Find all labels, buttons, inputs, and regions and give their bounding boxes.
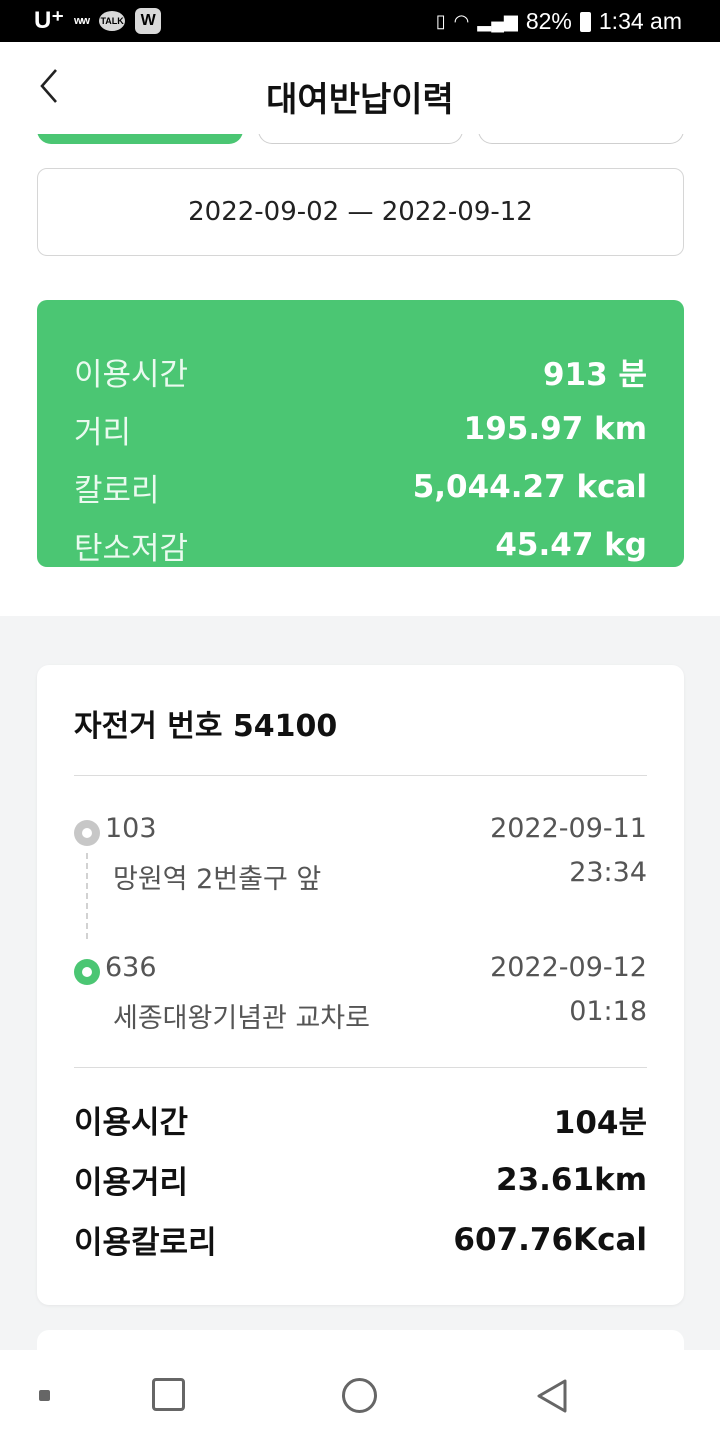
- period-tab-2[interactable]: [258, 134, 463, 144]
- nav-back-button[interactable]: [533, 1376, 573, 1416]
- usage-row-calories: 이용칼로리 607.76Kcal: [74, 1217, 647, 1262]
- end-time: 01:18: [569, 996, 647, 1027]
- filter-area: 2022-09-02 — 2022-09-12 이용시간 913 분 거리 19…: [0, 134, 720, 616]
- period-tab-1[interactable]: [37, 134, 243, 144]
- end-date: 2022-09-12: [490, 952, 647, 983]
- w-app-icon: W: [135, 7, 162, 34]
- period-tab-3[interactable]: [478, 134, 684, 144]
- home-button[interactable]: [342, 1378, 377, 1413]
- summary-value: 195.97 km: [463, 411, 647, 447]
- bike-number-title: 자전거 번호 54100: [74, 709, 338, 744]
- end-station-name: 세종대왕기념관 교차로: [113, 1003, 370, 1034]
- status-bar: U⁺ ᴡᴡ TALK W ▯ ◠ ▂▄▆ 82% 1:34 am: [0, 0, 720, 42]
- usage-value: 104분: [553, 1105, 647, 1141]
- start-date: 2022-09-11: [490, 813, 647, 844]
- date-range-selector[interactable]: 2022-09-02 — 2022-09-12: [37, 168, 684, 256]
- summary-label: 거리: [74, 414, 132, 451]
- usage-value: 23.61km: [496, 1161, 647, 1198]
- system-nav-bar: [0, 1350, 720, 1440]
- start-time: 23:34: [569, 857, 647, 888]
- summary-label: 칼로리: [74, 472, 160, 509]
- usage-label: 이용거리: [74, 1165, 189, 1201]
- summary-row-carbon: 탄소저감 45.47 kg: [74, 520, 647, 567]
- route-line: [86, 853, 88, 939]
- start-station-number: 103: [105, 813, 157, 844]
- carrier-label: U⁺: [34, 7, 64, 34]
- start-station-dot-icon: [74, 820, 100, 846]
- wifi-icon: ◠: [453, 11, 470, 31]
- summary-value: 913 분: [542, 356, 647, 393]
- usage-label: 이용시간: [74, 1105, 189, 1141]
- summary-row-time: 이용시간 913 분: [74, 346, 647, 396]
- network-mini-icon: ᴡᴡ: [74, 14, 90, 27]
- vibrate-icon: ▯: [435, 11, 446, 31]
- usage-row-distance: 이용거리 23.61km: [74, 1157, 647, 1202]
- recent-apps-button[interactable]: [152, 1378, 185, 1411]
- rental-history-card[interactable]: 자전거 번호 54100 103 망원역 2번출구 앞 2022-09-11 2…: [37, 665, 684, 1305]
- page-title: 대여반납이력: [266, 80, 454, 120]
- summary-value: 5,044.27 kcal: [412, 469, 647, 505]
- end-station-number: 636: [105, 952, 157, 983]
- date-range-text: 2022-09-02 — 2022-09-12: [188, 197, 533, 227]
- app-header: 대여반납이력: [0, 42, 720, 134]
- summary-label: 이용시간: [74, 356, 189, 393]
- start-station-name: 망원역 2번출구 앞: [113, 864, 322, 895]
- battery-icon: [579, 11, 591, 32]
- summary-row-calories: 칼로리 5,044.27 kcal: [74, 462, 647, 512]
- battery-percent: 82%: [525, 8, 572, 34]
- usage-row-time: 이용시간 104분: [74, 1097, 647, 1142]
- summary-value: 45.47 kg: [495, 527, 647, 563]
- usage-label: 이용칼로리: [74, 1225, 217, 1261]
- summary-card: 이용시간 913 분 거리 195.97 km 칼로리 5,044.27 kca…: [37, 300, 684, 567]
- usage-value: 607.76Kcal: [453, 1221, 647, 1258]
- summary-label: 탄소저감: [74, 530, 189, 567]
- summary-row-distance: 거리 195.97 km: [74, 404, 647, 454]
- nav-indicator-icon: [39, 1390, 50, 1401]
- signal-icon: ▂▄▆: [477, 11, 518, 31]
- talk-badge-icon: TALK: [99, 10, 126, 31]
- divider: [74, 775, 647, 776]
- divider: [74, 1067, 647, 1068]
- end-station-dot-icon: [74, 959, 100, 985]
- clock: 1:34 am: [598, 8, 682, 34]
